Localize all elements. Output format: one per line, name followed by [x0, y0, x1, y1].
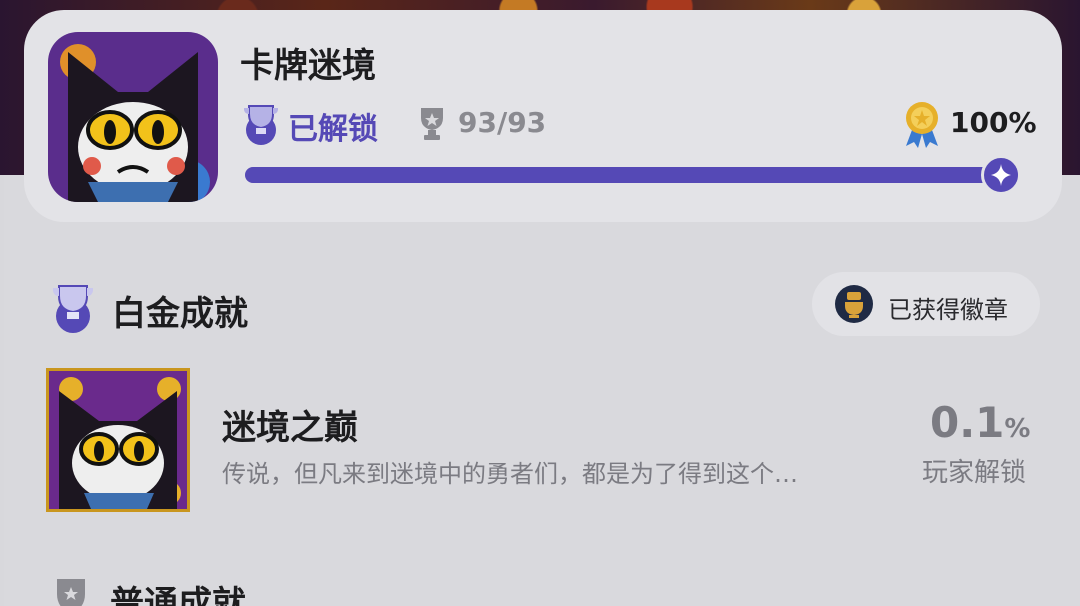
progress-fill [245, 167, 1015, 183]
game-title: 卡牌迷境 [240, 46, 376, 86]
completion-progress-bar [245, 155, 1021, 195]
game-status-row: 已解锁 93/93 100% [240, 100, 1040, 150]
platinum-section-title: 白金成就 [112, 294, 248, 334]
achievement-unlock-rate: 0.1% [930, 398, 1030, 447]
achievement-rate-label: 玩家解锁 [922, 458, 1027, 488]
badge-icon [834, 284, 874, 324]
earned-badge-label: 已获得徽章 [888, 296, 1008, 324]
achievement-rate-unit: % [1004, 414, 1031, 444]
achievement-title: 迷境之巅 [222, 408, 358, 448]
game-icon [48, 32, 218, 202]
platinum-trophy-icon [240, 102, 282, 146]
earned-badge-button[interactable]: 已获得徽章 [812, 272, 1040, 336]
sparkle-icon [981, 155, 1021, 195]
trophy-icon [418, 106, 446, 142]
shield-trophy-icon [54, 576, 88, 606]
completion-percent: 100% [950, 106, 1037, 139]
platinum-trophy-icon [48, 282, 98, 334]
trophy-count: 93/93 [458, 106, 547, 139]
achievement-icon[interactable] [46, 368, 190, 512]
achievement-rate-value: 0.1 [930, 398, 1005, 447]
normal-section-title: 普通成就 [110, 584, 246, 606]
normal-section-header: 普通成就 [54, 572, 554, 606]
unlock-status-label: 已解锁 [288, 112, 378, 147]
achievement-description: 传说，但凡来到迷境中的勇者们，都是为了得到这个… [222, 460, 798, 488]
medal-icon [902, 100, 942, 148]
